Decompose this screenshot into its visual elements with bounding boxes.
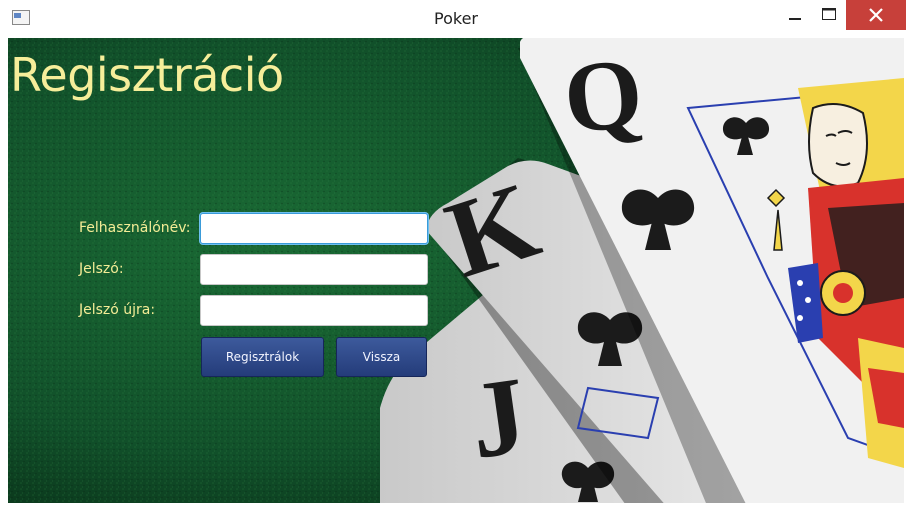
close-icon: [869, 8, 883, 22]
minimize-icon: [789, 18, 801, 20]
registration-screen: J K Q Regisztráció Felhasználónév: Jelsz…: [8, 38, 904, 503]
minimize-button[interactable]: [778, 0, 812, 30]
window-title: Poker: [434, 9, 478, 28]
password-again-input[interactable]: [200, 295, 428, 326]
maximize-button[interactable]: [812, 0, 846, 30]
password-again-label: Jelszó újra:: [79, 302, 156, 318]
register-button[interactable]: Regisztrálok: [201, 337, 324, 377]
close-button[interactable]: [846, 0, 906, 30]
password-label: Jelszó:: [79, 261, 124, 277]
poker-cards-background: J K Q: [8, 38, 904, 503]
back-button[interactable]: Vissza: [336, 337, 427, 377]
password-input[interactable]: [200, 254, 428, 285]
page-title: Regisztráció: [10, 48, 284, 102]
queen-rank: Q: [559, 38, 648, 155]
username-input[interactable]: [200, 213, 428, 244]
maximize-icon: [822, 8, 836, 20]
title-bar: Poker: [0, 0, 912, 38]
username-label: Felhasználónév:: [79, 220, 191, 236]
